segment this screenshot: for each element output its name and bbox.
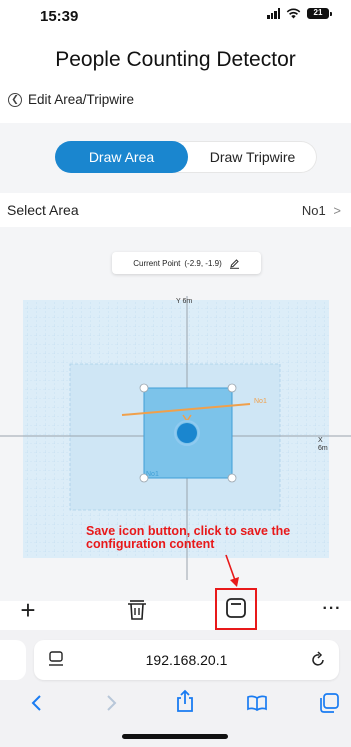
x-axis-label: X	[318, 437, 323, 444]
tab-draw-area[interactable]: Draw Area	[55, 141, 188, 173]
wifi-icon	[286, 8, 301, 19]
back-label: Edit Area/Tripwire	[28, 92, 135, 107]
area-label: No1	[146, 471, 159, 478]
area-vertex-handle[interactable]	[139, 383, 149, 393]
cellular-signal-icon	[267, 8, 280, 19]
chevron-right-icon: >	[333, 203, 341, 218]
battery-icon: 21	[307, 8, 332, 19]
area-vertex-handle[interactable]	[227, 473, 237, 483]
browser-forward-icon[interactable]	[104, 693, 118, 713]
annotation-text: Save icon button, click to save the conf…	[86, 524, 291, 551]
current-point-label: Current Point	[133, 258, 181, 268]
reload-icon[interactable]	[310, 651, 326, 668]
current-point-chip: Current Point (-2.9, -1.9)	[112, 252, 261, 274]
selected-area-text: No1	[301, 203, 326, 218]
back-chevron-icon: ❮	[8, 92, 22, 107]
tabs-icon[interactable]	[318, 692, 340, 714]
status-time: 15:39	[40, 8, 79, 25]
more-options-button[interactable]: ···	[318, 598, 346, 620]
tab-draw-tripwire[interactable]: Draw Tripwire	[188, 141, 317, 173]
home-indicator	[122, 734, 228, 739]
save-icon[interactable]	[225, 597, 247, 619]
back-button[interactable]: ❮ Edit Area/Tripwire	[8, 92, 134, 107]
bookmarks-icon[interactable]	[246, 694, 268, 712]
annotation-arrow-icon	[225, 554, 239, 587]
previous-tab-preview[interactable]	[0, 640, 26, 680]
current-point-value: (-2.9, -1.9)	[184, 258, 222, 268]
page-title: People Counting Detector	[55, 48, 296, 71]
share-icon[interactable]	[175, 689, 195, 713]
area-vertex-handle[interactable]	[227, 383, 237, 393]
url-text[interactable]: 192.168.20.1	[34, 652, 339, 668]
browser-back-icon[interactable]	[30, 693, 44, 713]
y-axis-label: Y 6m	[176, 298, 192, 305]
add-button[interactable]: +	[14, 595, 42, 625]
select-area-label: Select Area	[7, 202, 79, 218]
tripwire-label: No1	[254, 398, 267, 405]
x-axis-unit-label: 6m	[318, 445, 328, 452]
select-area-value[interactable]: No1 >	[302, 203, 341, 218]
delete-trash-icon[interactable]	[126, 598, 148, 622]
device-position-marker	[177, 423, 197, 443]
edit-pencil-icon[interactable]	[229, 258, 240, 269]
status-icons: 21	[267, 8, 332, 19]
